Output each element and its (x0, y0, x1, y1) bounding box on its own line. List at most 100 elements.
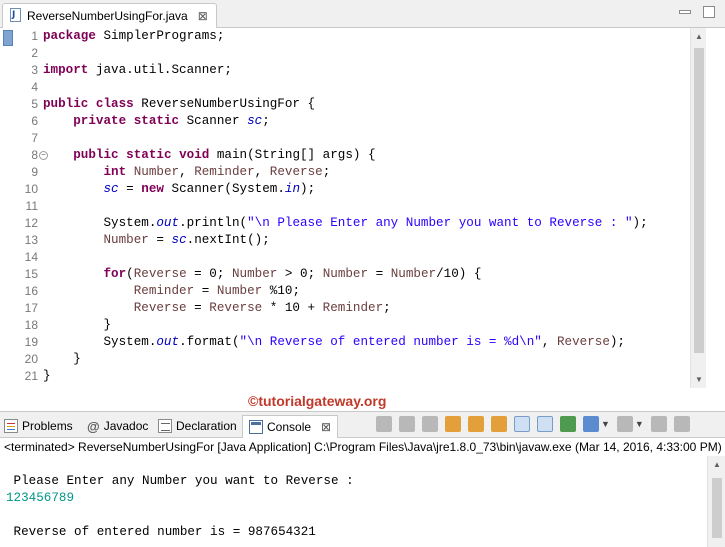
code-text-span: , (541, 335, 557, 349)
console-output[interactable]: Please Enter any Number you want to Reve… (0, 456, 705, 547)
code-keyword: void (179, 148, 210, 162)
problems-icon (4, 419, 18, 433)
code-text[interactable]: package SimplerPrograms; import java.uti… (43, 28, 688, 388)
code-line: System.out.println("\n Please Enter any … (43, 215, 688, 232)
code-string: "\n Reverse of entered number is = %d\n" (239, 335, 542, 349)
line-number: 18 (24, 318, 38, 332)
code-text-span: = (148, 233, 172, 247)
tab-console[interactable]: Console ⊠ (242, 415, 339, 438)
terminate-icon[interactable] (376, 416, 392, 432)
code-text-span: ; (322, 165, 331, 179)
overview-ruler (0, 28, 14, 388)
tab-label: Problems (22, 419, 73, 433)
code-text-span: System. (103, 216, 157, 230)
line-number: 12 (24, 216, 38, 230)
code-field: sc (171, 233, 187, 247)
code-field: sc (103, 182, 119, 196)
remove-all-terminated-icon[interactable] (422, 416, 438, 432)
pin-console-icon[interactable] (560, 416, 576, 432)
console-result-line: Reverse of entered number is = 987654321 (6, 525, 316, 539)
tab-label: Javadoc (103, 419, 149, 433)
scroll-up-arrow-icon[interactable]: ▲ (695, 32, 703, 41)
show-console-on-output-icon[interactable] (514, 416, 530, 432)
code-keyword: private (73, 114, 127, 128)
code-text-span: Scanner(System. (163, 182, 285, 196)
open-console-icon[interactable] (616, 416, 633, 432)
code-keyword: static (126, 148, 172, 162)
code-local-var: Number (322, 267, 369, 281)
code-line: } (43, 369, 51, 383)
code-local-var: Reminder (133, 284, 195, 298)
tab-problems[interactable]: Problems (4, 416, 73, 436)
tab-declaration[interactable]: Declaration (158, 416, 237, 436)
scrollbar-thumb[interactable] (712, 478, 722, 538)
scrollbar-thumb[interactable] (694, 48, 704, 353)
code-local-var: Number (103, 233, 149, 247)
code-line: sc = new Scanner(System.in); (43, 181, 688, 198)
editor-tab-bar: J ReverseNumberUsingFor.java ⊠ (0, 0, 725, 28)
scroll-up-arrow-icon[interactable]: ▲ (713, 460, 721, 469)
code-keyword: int (103, 165, 127, 179)
code-local-var: Reverse (133, 267, 187, 281)
code-line: Reminder = Number %10; (43, 283, 688, 300)
line-number: 3 (31, 63, 38, 77)
views-tab-bar: Problems @ Javadoc Declaration Console ⊠… (0, 411, 725, 438)
code-line: Reverse = Reverse * 10 + Reminder; (43, 300, 688, 317)
line-number: 8 (31, 148, 38, 162)
tab-javadoc[interactable]: @ Javadoc (87, 416, 148, 436)
code-editor[interactable]: 1 2 3 4 5 6 7 8− 9 10 11 12 13 14 15 16 … (0, 28, 725, 388)
console-vertical-scrollbar[interactable]: ▲ (707, 456, 725, 547)
minimize-view-icon[interactable] (650, 416, 667, 432)
code-keyword: package (43, 29, 96, 43)
code-text-span: .println( (179, 216, 248, 230)
maximize-view-icon[interactable] (673, 416, 690, 432)
remove-launch-icon[interactable] (399, 416, 415, 432)
code-keyword: public (73, 148, 119, 162)
watermark-text: ©tutorialgateway.org (248, 393, 387, 409)
scroll-lock-icon[interactable] (468, 416, 484, 432)
code-local-var: Number (126, 165, 180, 179)
scroll-down-arrow-icon[interactable]: ▼ (695, 375, 703, 384)
code-text-span: = 0; (186, 267, 232, 281)
console-user-input: 123456789 (6, 491, 75, 505)
code-text-span: .format( (179, 335, 240, 349)
display-selected-console-icon[interactable] (583, 416, 599, 432)
code-line: Number = sc.nextInt(); (43, 232, 688, 249)
javadoc-at-icon: @ (87, 418, 100, 434)
word-wrap-icon[interactable] (491, 416, 507, 432)
code-local-var: Number (231, 267, 278, 281)
code-field: sc (247, 114, 263, 128)
code-line: public static void main(String[] args) { (43, 147, 688, 164)
line-number: 21 (24, 369, 38, 383)
line-number: 7 (31, 131, 38, 145)
chevron-down-icon[interactable]: ▼ (635, 419, 644, 429)
code-keyword: for (103, 267, 127, 281)
editor-tab-reverse-number[interactable]: J ReverseNumberUsingFor.java ⊠ (2, 3, 217, 28)
code-local-var: Number (216, 284, 263, 298)
chevron-down-icon[interactable]: ▼ (601, 419, 610, 429)
code-text-span: ; (262, 114, 270, 128)
close-tab-icon[interactable]: ⊠ (321, 420, 331, 434)
show-console-on-error-icon[interactable] (537, 416, 553, 432)
close-tab-icon[interactable]: ⊠ (198, 9, 208, 23)
line-number: 20 (24, 352, 38, 366)
editor-vertical-scrollbar[interactable]: ▲ ▼ (690, 28, 706, 388)
maximize-button[interactable] (703, 6, 715, 18)
minimize-button[interactable] (679, 10, 691, 14)
line-number: 16 (24, 284, 38, 298)
code-line: package SimplerPrograms; (43, 28, 688, 45)
code-text-span: main(String[] args) { (209, 148, 376, 162)
code-text-span: /10) { (436, 267, 482, 281)
console-toolbar: ▼ ▼ (376, 416, 690, 432)
code-text-span: %10; (262, 284, 301, 298)
line-number: 14 (24, 250, 38, 264)
line-number: 9 (31, 165, 38, 179)
clear-console-icon[interactable] (445, 416, 461, 432)
